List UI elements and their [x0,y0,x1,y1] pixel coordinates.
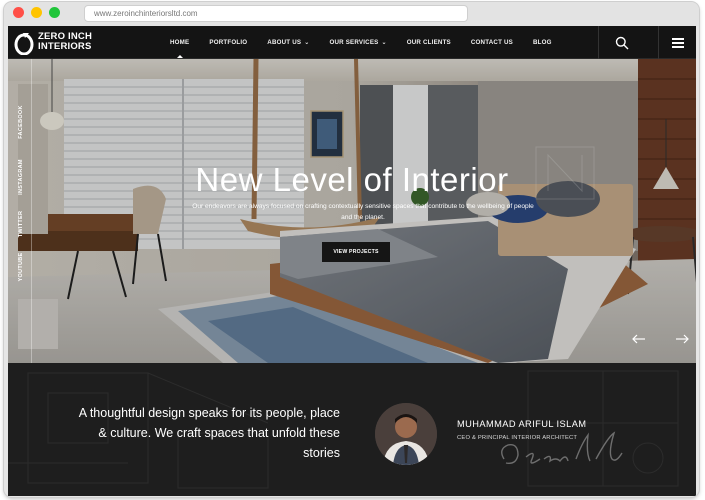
nav-home[interactable]: HOME [170,26,189,59]
hero-title: New Level of Interior [195,161,509,198]
nav-divider [658,26,659,59]
logo-mark-icon [14,33,34,55]
founder-name: MUHAMMAD ARIFUL ISLAM [457,419,587,429]
search-icon[interactable] [615,36,629,50]
nav-our-services[interactable]: OUR SERVICES ⌄ [329,26,386,59]
site-header: ZERO INCH INTERIORS HOME PORTFOLIO ABOUT… [8,26,696,59]
social-link-youtube[interactable]: YOUTUBE [18,242,24,292]
nav-divider [598,26,599,59]
chevron-down-icon: ⌄ [304,40,310,46]
founder-role: CEO & PRINCIPAL INTERIOR ARCHITECT [457,435,578,441]
site-logo[interactable]: ZERO INCH INTERIORS [14,30,98,56]
main-menu: HOME PORTFOLIO ABOUT US ⌄ OUR SERVICES ⌄ O… [170,26,572,59]
webpage: ZERO INCH INTERIORS HOME PORTFOLIO ABOUT… [8,26,696,496]
arrow-left-icon[interactable] [632,334,646,344]
nav-about-us-label: ABOUT US [267,39,302,46]
design-philosophy-quote: A thoughtful design speaks for its peopl… [78,406,340,460]
view-projects-button[interactable]: VIEW PROJECTS [322,242,390,262]
founder-portrait-image [375,403,437,465]
about-section: A thoughtful design speaks for its peopl… [8,363,696,496]
browser-titlebar: www.zeroinchinteriorsltd.com [4,2,699,26]
maximize-window-button[interactable] [49,7,60,18]
avatar [375,403,437,465]
nav-our-clients[interactable]: OUR CLIENTS [407,26,451,59]
browser-window: www.zeroinchinteriorsltd.com ZERO INCH I… [4,2,699,497]
minimize-window-button[interactable] [31,7,42,18]
signature-image [501,431,623,465]
hero-slider: FACEBOOK INSTAGRAM TWITTER YOUTUBE New L… [8,59,696,363]
nav-about-us[interactable]: ABOUT US ⌄ [267,26,309,59]
social-divider-line [31,59,32,363]
address-bar[interactable]: www.zeroinchinteriorsltd.com [84,5,468,22]
social-link-facebook[interactable]: FACEBOOK [18,97,24,147]
social-sidebar: FACEBOOK INSTAGRAM TWITTER YOUTUBE [8,59,32,363]
logo-text-line2: INTERIORS [38,41,92,52]
nav-contact-us[interactable]: CONTACT US [471,26,513,59]
nav-our-services-label: OUR SERVICES [329,39,379,46]
arrow-right-icon[interactable] [675,334,689,344]
close-window-button[interactable] [13,7,24,18]
nav-portfolio[interactable]: PORTFOLIO [209,26,247,59]
hero-subtitle: Our endeavors are always focused on craf… [192,203,534,221]
hamburger-menu-icon[interactable] [672,37,686,49]
chevron-down-icon: ⌄ [381,40,387,46]
nav-blog[interactable]: BLOG [533,26,552,59]
